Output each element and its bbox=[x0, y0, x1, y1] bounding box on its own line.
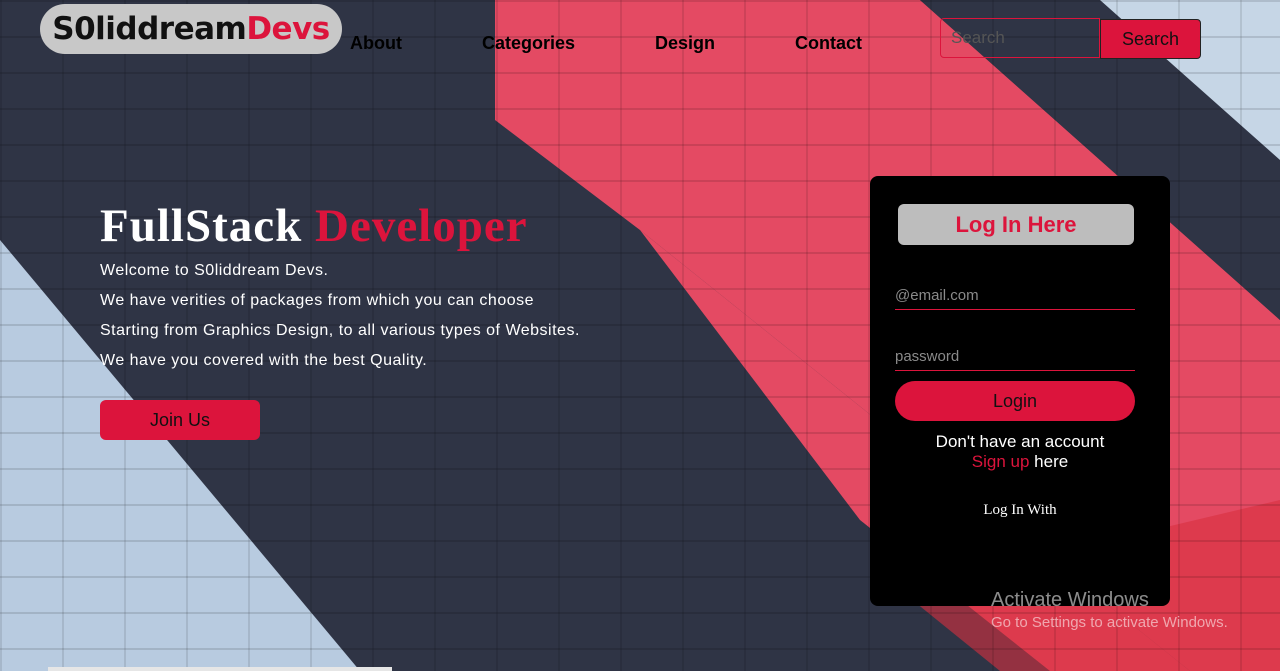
join-us-button[interactable]: Join Us bbox=[100, 400, 260, 440]
password-field[interactable]: password bbox=[895, 345, 1135, 371]
nav-link-design[interactable]: Design bbox=[655, 33, 715, 54]
hero-text-line: Welcome to S0liddream Devs. bbox=[100, 262, 329, 279]
login-heading: Log In Here bbox=[898, 204, 1134, 245]
logo-text-primary: S0liddream bbox=[52, 11, 247, 47]
hero-text-line: We have verities of packages from which … bbox=[100, 292, 535, 309]
password-placeholder: password bbox=[895, 348, 960, 365]
logo-text-accent: Devs bbox=[246, 11, 330, 47]
activate-windows-title: Activate Windows bbox=[991, 589, 1149, 611]
no-account-text: Don't have an account bbox=[935, 432, 1105, 451]
hero-text-line: We have you covered with the best Qualit… bbox=[100, 352, 428, 369]
horizontal-scrollbar[interactable] bbox=[48, 667, 392, 671]
nav-link-about[interactable]: About bbox=[350, 33, 402, 54]
site-logo[interactable]: S0liddream Devs bbox=[40, 4, 342, 54]
search-input[interactable]: Search bbox=[940, 18, 1100, 58]
email-placeholder: @email.com bbox=[895, 287, 979, 304]
hero-title-primary: FullStack bbox=[100, 200, 303, 252]
hero-title: FullStack Developer bbox=[100, 198, 528, 254]
login-button[interactable]: Login bbox=[895, 381, 1135, 421]
activate-windows-subtitle: Go to Settings to activate Windows. bbox=[991, 614, 1228, 631]
nav-link-categories[interactable]: Categories bbox=[482, 33, 575, 54]
email-field[interactable]: @email.com bbox=[895, 284, 1135, 310]
search-placeholder: Search bbox=[951, 28, 1005, 47]
hero-title-accent: Developer bbox=[315, 200, 528, 252]
login-card: Log In Here @email.com password Login Do… bbox=[870, 176, 1170, 606]
signup-suffix: here bbox=[1029, 452, 1069, 471]
hero-text-line: Starting from Graphics Design, to all va… bbox=[100, 322, 580, 339]
signup-line: Sign up here bbox=[870, 452, 1170, 472]
nav-link-contact[interactable]: Contact bbox=[795, 33, 862, 54]
search-button[interactable]: Search bbox=[1100, 19, 1201, 59]
signup-link[interactable]: Sign up bbox=[972, 452, 1030, 471]
login-with-label: Log In With bbox=[983, 502, 1057, 518]
